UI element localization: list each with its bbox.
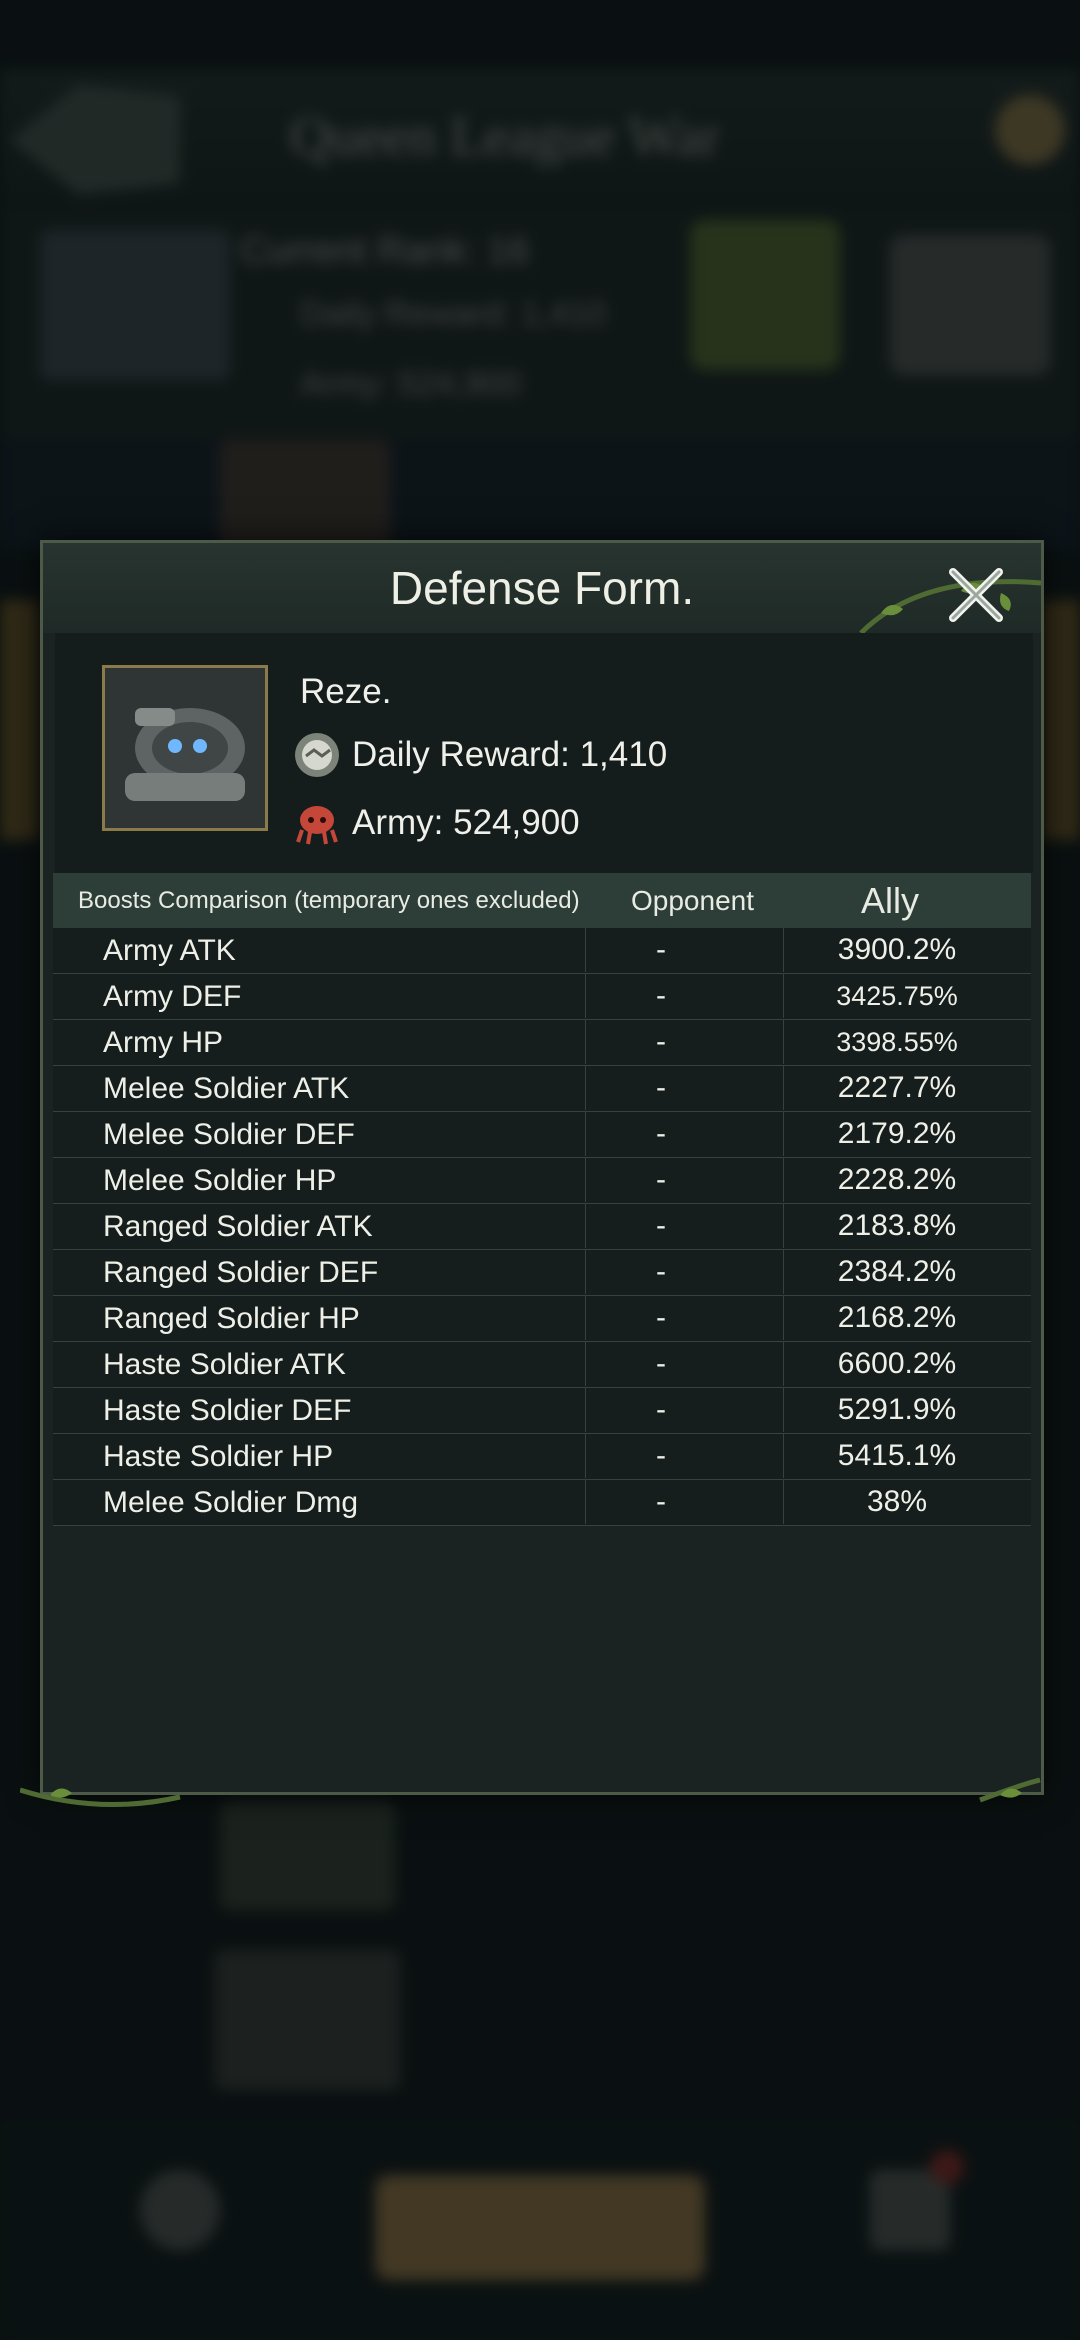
opponent-value: -: [585, 1434, 736, 1478]
stat-name: Melee Soldier HP: [103, 1163, 337, 1197]
table-row: Ranged Soldier ATK - 2183.8%: [53, 1204, 1031, 1250]
stat-name: Melee Soldier DEF: [103, 1117, 355, 1151]
opponent-value: -: [585, 1020, 736, 1064]
table-row: Ranged Soldier HP - 2168.2%: [53, 1296, 1031, 1342]
opponent-value: -: [585, 1112, 736, 1156]
table-row: Army HP - 3398.55%: [53, 1020, 1031, 1066]
table-row: Melee Soldier Dmg - 38%: [53, 1480, 1031, 1526]
table-body: Army ATK -3900.2% Army DEF -3425.75% Army HP…: [53, 928, 1031, 1526]
table-row: Haste Soldier DEF - 5291.9%: [53, 1388, 1031, 1434]
table-row: Melee Soldier DEF - 2179.2%: [53, 1112, 1031, 1158]
ally-value: 2228.2%: [783, 1158, 1010, 1202]
table-row: Army ATK - 3900.2%: [53, 928, 1031, 974]
opponent-value: -: [585, 928, 736, 972]
stat-name: Haste Soldier HP: [103, 1439, 334, 1473]
player-avatar: [102, 665, 268, 831]
opponent-value: -: [585, 1342, 736, 1386]
stat-name: Army ATK: [103, 933, 236, 967]
opponent-value: -: [585, 1388, 736, 1432]
ally-value: 5415.1%: [783, 1434, 1010, 1478]
vine-decoration-icon: [20, 1777, 1041, 1807]
opponent-value: -: [585, 1204, 736, 1248]
table-row: Melee Soldier HP - 2228.2%: [53, 1158, 1031, 1204]
army-text: Army: 524,900: [352, 803, 580, 842]
stat-name: Army DEF: [103, 979, 242, 1013]
ally-value: 5291.9%: [783, 1388, 1010, 1432]
robot-avatar-icon: [105, 668, 265, 828]
stat-name: Ranged Soldier DEF: [103, 1255, 379, 1289]
stat-name: Ranged Soldier ATK: [103, 1209, 373, 1243]
opponent-value: -: [585, 1066, 736, 1110]
opponent-value: -: [585, 1296, 736, 1340]
army-row: Army: 524,900: [292, 798, 580, 848]
opponent-value: -: [585, 1158, 736, 1202]
ally-value: 2384.2%: [783, 1250, 1010, 1294]
table-row: Ranged Soldier DEF - 2384.2%: [53, 1250, 1031, 1296]
ally-value: 3398.55%: [783, 1020, 1010, 1064]
ally-value: 2179.2%: [783, 1112, 1010, 1156]
army-icon: [296, 806, 338, 845]
daily-reward-text: Daily Reward: 1,410: [352, 735, 668, 774]
header-boosts: Boosts Comparison (temporary ones exclud…: [78, 886, 580, 914]
stat-name: Haste Soldier DEF: [103, 1393, 352, 1427]
opponent-value: -: [585, 974, 736, 1018]
ally-value: 2183.8%: [783, 1204, 1010, 1248]
table-header: Boosts Comparison (temporary ones exclud…: [53, 873, 1031, 928]
player-name: Reze.: [300, 672, 392, 711]
opponent-value: -: [585, 1250, 736, 1294]
ally-value: 38%: [783, 1480, 1010, 1524]
stat-name: Army HP: [103, 1025, 223, 1059]
table-row: Melee Soldier ATK - 2227.7%: [53, 1066, 1031, 1112]
stat-name: Melee Soldier ATK: [103, 1071, 350, 1105]
ally-value: 3900.2%: [783, 928, 1010, 972]
daily-reward-row: Daily Reward: 1,410: [292, 730, 667, 780]
table-row: Haste Soldier ATK - 6600.2%: [53, 1342, 1031, 1388]
header-opponent: Opponent: [631, 884, 754, 916]
stat-name: Melee Soldier Dmg: [103, 1485, 359, 1519]
ally-value: 3425.75%: [783, 974, 1010, 1018]
header-ally: Ally: [861, 879, 920, 921]
close-icon: [949, 568, 1003, 622]
close-button[interactable]: [931, 555, 1021, 635]
stat-name: Haste Soldier ATK: [103, 1347, 346, 1381]
opponent-value: -: [585, 1480, 736, 1524]
ally-value: 2168.2%: [783, 1296, 1010, 1340]
table-row: Haste Soldier HP - 5415.1%: [53, 1434, 1031, 1480]
stat-name: Ranged Soldier HP: [103, 1301, 360, 1335]
ally-value: 6600.2%: [783, 1342, 1010, 1386]
boosts-table: Boosts Comparison (temporary ones exclud…: [53, 873, 1031, 1526]
coin-icon: [295, 733, 339, 777]
table-row: Army DEF - 3425.75%: [53, 974, 1031, 1020]
ally-value: 2227.7%: [783, 1066, 1010, 1110]
